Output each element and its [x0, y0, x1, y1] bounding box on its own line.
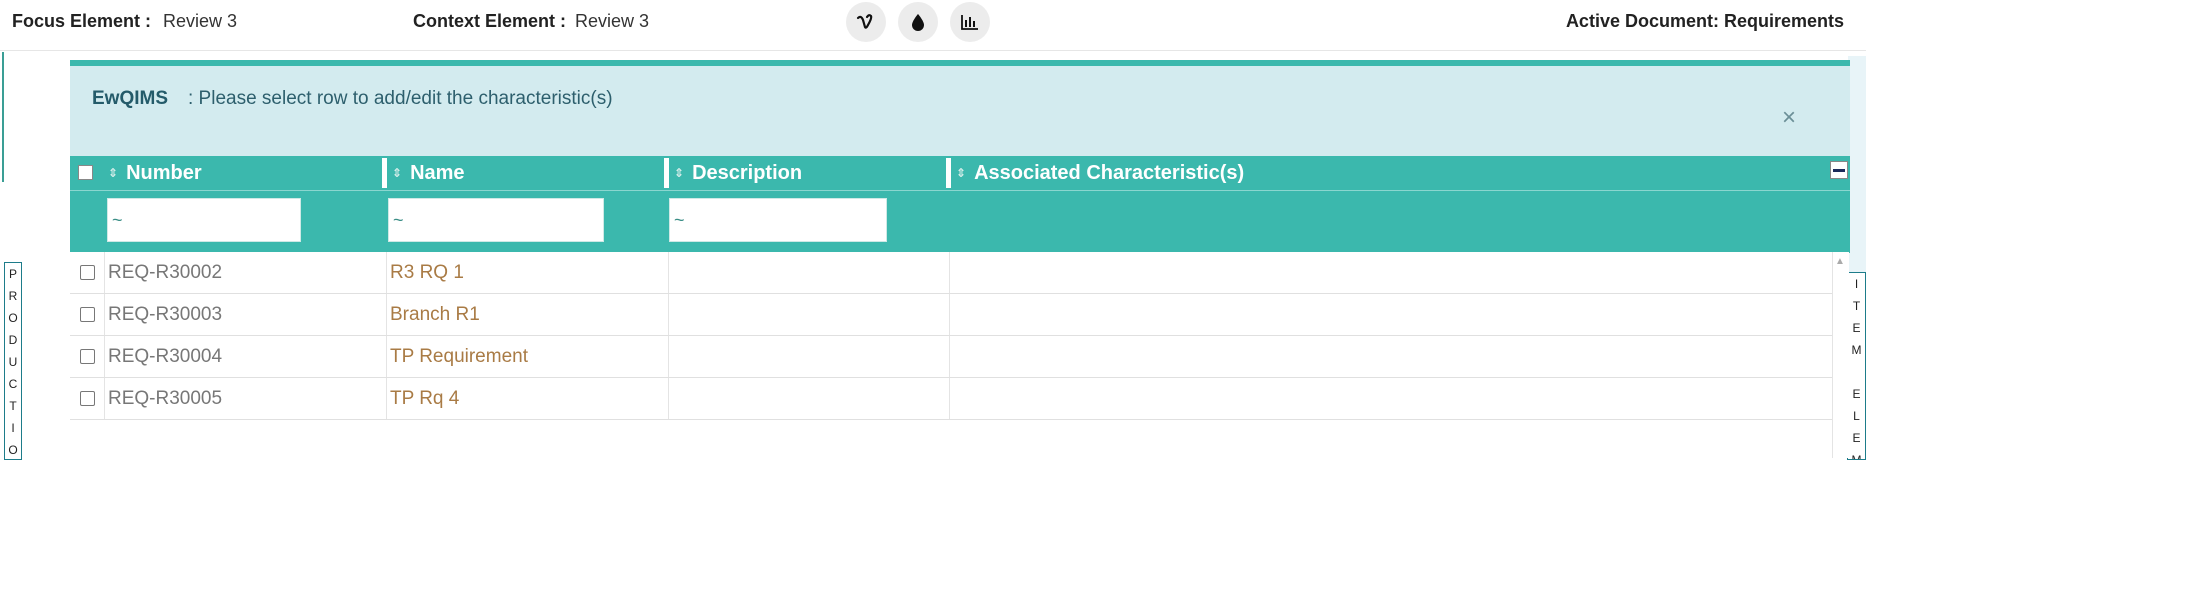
name-filter-input[interactable]: [388, 198, 604, 242]
column-header-label: Description: [692, 161, 803, 184]
column-header-name[interactable]: ⇕ Name: [392, 156, 465, 190]
cell-divider: [104, 252, 105, 293]
close-icon[interactable]: ×: [1782, 104, 1796, 132]
cell-divider: [949, 378, 950, 419]
header-divider: [0, 50, 1866, 51]
cell-divider: [386, 378, 387, 419]
table-row[interactable]: REQ-R30005 TP Rq 4: [70, 378, 1832, 420]
top-header: Focus Element : Review 3 Context Element…: [0, 0, 1866, 44]
active-document-label: Active Document: Requirements: [1565, 11, 1844, 31]
cell-divider: [949, 252, 950, 293]
row-checkbox[interactable]: [80, 265, 95, 280]
cell-divider: [386, 336, 387, 377]
cell-divider: [386, 294, 387, 335]
left-accent-edge: [2, 52, 4, 182]
info-alert: EwQIMS : Please select row to add/edit t…: [70, 60, 1850, 162]
collapse-grid-button[interactable]: [1830, 161, 1848, 179]
side-tab-letter: [1848, 361, 1865, 383]
number-cell: REQ-R30003: [108, 303, 223, 325]
side-tab-letter: I: [1854, 277, 1859, 291]
side-tab-letter: T: [1852, 299, 1861, 313]
number-cell: REQ-R30005: [108, 387, 223, 409]
filter-row: [70, 190, 1850, 253]
side-tab-letter: D: [8, 333, 18, 347]
sort-icon: ⇕: [392, 166, 403, 180]
name-link[interactable]: TP Requirement: [390, 336, 528, 377]
side-tab-letter: L: [1853, 409, 1860, 423]
sort-icon: ⇕: [108, 166, 119, 180]
column-header-associated[interactable]: ⇕ Associated Characteristic(s): [956, 156, 1244, 190]
number-filter-input[interactable]: [107, 198, 301, 242]
cell-divider: [668, 378, 669, 419]
cell-divider: [668, 252, 669, 293]
focus-element-value: Review 3: [163, 11, 238, 31]
column-header-description[interactable]: ⇕ Description: [674, 156, 802, 190]
table-row[interactable]: REQ-R30002 R3 RQ 1: [70, 252, 1832, 294]
column-resizer[interactable]: [664, 158, 669, 188]
grid-header: ⇕ Number ⇕ Name ⇕ Description ⇕ Associat…: [70, 156, 1850, 190]
side-tab-letter: M: [1851, 453, 1862, 460]
production-side-tab[interactable]: PRODUCTIO: [4, 262, 22, 460]
bar-chart-icon: [961, 15, 978, 30]
side-tab-letter: O: [8, 443, 18, 457]
side-tab-letter: T: [9, 399, 17, 413]
name-link[interactable]: Branch R1: [390, 294, 480, 335]
cell-divider: [668, 294, 669, 335]
item-element-side-tab[interactable]: ITEM ELEM: [1847, 272, 1866, 460]
chart-button[interactable]: [950, 2, 990, 42]
cell-divider: [386, 252, 387, 293]
select-all-checkbox[interactable]: [78, 165, 93, 180]
side-tab-letter: E: [1852, 321, 1861, 335]
context-element-label: Context Element :: [413, 11, 567, 31]
column-resizer[interactable]: [382, 158, 387, 188]
cell-divider: [104, 294, 105, 335]
alert-brand: EwQIMS: [92, 88, 169, 109]
cell-divider: [668, 336, 669, 377]
row-checkbox[interactable]: [80, 349, 95, 364]
column-header-label: Name: [410, 161, 465, 184]
column-header-number[interactable]: ⇕ Number: [108, 156, 202, 190]
row-checkbox[interactable]: [80, 391, 95, 406]
side-tab-letter: P: [8, 267, 17, 281]
side-tab-letter: O: [8, 311, 18, 325]
side-tab-letter: U: [8, 355, 18, 369]
column-resizer[interactable]: [946, 158, 951, 188]
number-cell: REQ-R30004: [108, 345, 223, 367]
vimeo-icon: [856, 14, 873, 29]
alert-message: : Please select row to add/edit the char…: [188, 88, 613, 109]
side-tab-letter: M: [1851, 343, 1862, 357]
cell-divider: [949, 294, 950, 335]
side-tab-letter: R: [8, 289, 18, 303]
column-header-label: Associated Characteristic(s): [974, 161, 1245, 184]
vimeo-button[interactable]: [846, 2, 886, 42]
side-tab-letter: E: [1852, 387, 1861, 401]
side-tab-letter: E: [1852, 431, 1861, 445]
description-filter-input[interactable]: [669, 198, 887, 242]
context-element-value: Review 3: [575, 11, 650, 31]
focus-element-label: Focus Element :: [12, 11, 152, 31]
table-row[interactable]: REQ-R30003 Branch R1: [70, 294, 1832, 336]
vertical-scrollbar[interactable]: [1832, 252, 1849, 458]
cell-divider: [949, 336, 950, 377]
grid-body: REQ-R30002 R3 RQ 1 REQ-R30003 Branch R1 …: [70, 252, 1832, 420]
column-header-label: Number: [126, 161, 202, 184]
side-tab-letter: I: [11, 421, 15, 435]
side-tab-letter: C: [8, 377, 18, 391]
name-link[interactable]: R3 RQ 1: [390, 252, 464, 293]
row-checkbox[interactable]: [80, 307, 95, 322]
sort-icon: ⇕: [674, 166, 685, 180]
droplet-button[interactable]: [898, 2, 938, 42]
cell-divider: [104, 378, 105, 419]
name-link[interactable]: TP Rq 4: [390, 378, 459, 419]
droplet-icon: [912, 14, 924, 31]
cell-divider: [104, 336, 105, 377]
number-cell: REQ-R30002: [108, 261, 223, 283]
scroll-up-icon[interactable]: ▲: [1835, 256, 1845, 267]
sort-icon: ⇕: [956, 166, 967, 180]
table-row[interactable]: REQ-R30004 TP Requirement: [70, 336, 1832, 378]
